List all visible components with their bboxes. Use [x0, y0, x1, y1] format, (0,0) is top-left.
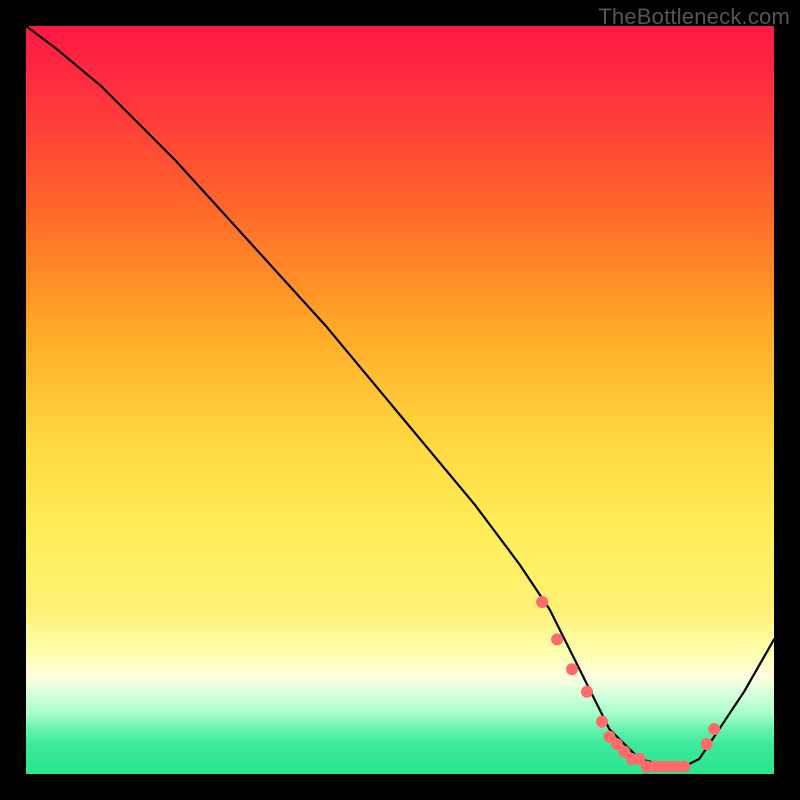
chart-plot-area [26, 26, 774, 774]
highlight-dot [701, 738, 713, 750]
highlight-dots [536, 596, 720, 773]
chart-frame: TheBottleneck.com [0, 0, 800, 800]
highlight-dot [536, 596, 548, 608]
chart-svg [26, 26, 774, 774]
highlight-dot [566, 663, 578, 675]
highlight-dot [581, 686, 593, 698]
bottleneck-curve [26, 26, 774, 767]
highlight-dot [551, 633, 563, 645]
highlight-dot [708, 723, 720, 735]
highlight-dot [596, 716, 608, 728]
highlight-dot [678, 761, 690, 773]
watermark-text: TheBottleneck.com [598, 4, 790, 30]
